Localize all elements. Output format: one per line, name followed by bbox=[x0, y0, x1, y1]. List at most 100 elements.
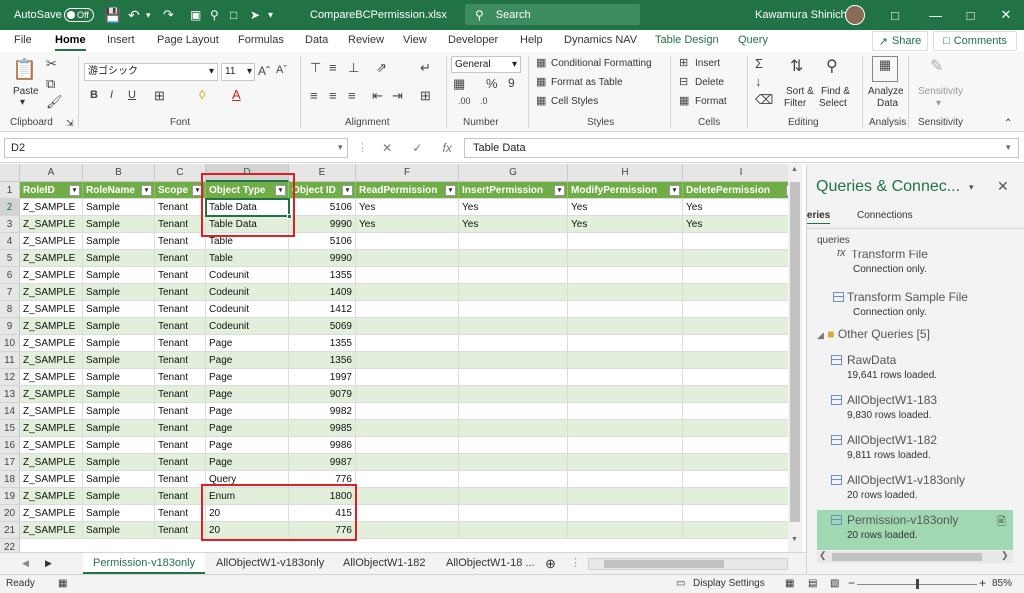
table-cell[interactable]: Page bbox=[206, 454, 289, 471]
cancel-icon[interactable]: ✕ bbox=[382, 141, 392, 155]
font-color-icon[interactable]: A bbox=[232, 87, 241, 102]
table-cell[interactable] bbox=[683, 335, 800, 352]
table-cell[interactable] bbox=[568, 352, 683, 369]
cut-icon[interactable]: ✂ bbox=[46, 56, 57, 72]
column-header[interactable]: E bbox=[289, 164, 356, 182]
table-cell[interactable] bbox=[683, 233, 800, 250]
table-cell[interactable] bbox=[356, 454, 459, 471]
row-header[interactable]: 7 bbox=[0, 284, 20, 301]
orientation-icon[interactable]: ⇗ bbox=[376, 60, 387, 76]
tab-dynamics-nav[interactable]: Dynamics NAV bbox=[564, 34, 637, 46]
tab-formulas[interactable]: Formulas bbox=[238, 34, 284, 46]
row-header[interactable]: 13 bbox=[0, 386, 20, 403]
table-cell[interactable] bbox=[683, 250, 800, 267]
table-cell[interactable] bbox=[683, 488, 800, 505]
table-cell[interactable]: Yes bbox=[683, 199, 800, 216]
query-item[interactable]: AllObjectW1-v183only 20 rows loaded. bbox=[817, 470, 1013, 510]
table-cell[interactable]: Sample bbox=[83, 454, 155, 471]
table-cell[interactable]: Z_SAMPLE bbox=[20, 420, 83, 437]
tab-view[interactable]: View bbox=[403, 34, 427, 46]
share-button[interactable]: ↗ Share bbox=[872, 31, 928, 51]
table-cell[interactable]: Z_SAMPLE bbox=[20, 369, 83, 386]
query-item[interactable]: AllObjectW1-183 9,830 rows loaded. bbox=[817, 390, 1013, 430]
table-cell[interactable] bbox=[459, 318, 568, 335]
row-header[interactable]: 1 bbox=[0, 182, 20, 199]
table-cell[interactable]: Sample bbox=[83, 471, 155, 488]
column-header[interactable]: G bbox=[459, 164, 568, 182]
fill-color-icon[interactable]: ◊ bbox=[199, 87, 205, 102]
table-cell[interactable] bbox=[568, 454, 683, 471]
table-cell[interactable] bbox=[683, 301, 800, 318]
table-cell[interactable] bbox=[356, 420, 459, 437]
page-layout-view-icon[interactable]: ▤ bbox=[808, 578, 817, 589]
filter-dropdown-icon[interactable]: ▾ bbox=[69, 185, 80, 196]
merge-center-icon[interactable]: ⊞ bbox=[420, 88, 431, 104]
table-cell[interactable] bbox=[459, 420, 568, 437]
borders-icon[interactable]: ⊞ bbox=[154, 88, 165, 104]
table-cell[interactable]: Z_SAMPLE bbox=[20, 199, 83, 216]
row-header[interactable]: 9 bbox=[0, 318, 20, 335]
currency-icon[interactable]: ▦ bbox=[453, 76, 465, 92]
column-title[interactable]: Object ID ▾ bbox=[289, 182, 356, 199]
column-header[interactable]: F bbox=[356, 164, 459, 182]
row-header[interactable]: 15 bbox=[0, 420, 20, 437]
sort-filter-icon[interactable]: ⇅ bbox=[790, 56, 803, 76]
tab-queries[interactable]: Queries bbox=[807, 210, 831, 224]
table-cell[interactable] bbox=[683, 318, 800, 335]
table-cell[interactable]: Z_SAMPLE bbox=[20, 267, 83, 284]
zoom-level[interactable]: 85% bbox=[992, 578, 1012, 589]
sort-filter-label-2[interactable]: Filter bbox=[784, 98, 806, 109]
analyze-data-label-1[interactable]: Analyze bbox=[868, 86, 904, 97]
table-cell[interactable]: Page bbox=[206, 335, 289, 352]
delete-cells-button[interactable]: Delete bbox=[695, 77, 724, 88]
table-cell[interactable] bbox=[683, 522, 800, 539]
table-cell[interactable]: Z_SAMPLE bbox=[20, 318, 83, 335]
tab-review[interactable]: Review bbox=[348, 34, 384, 46]
table-cell[interactable] bbox=[459, 386, 568, 403]
percent-icon[interactable]: % bbox=[486, 76, 498, 91]
table-cell[interactable]: Tenant bbox=[155, 505, 206, 522]
tab-file[interactable]: File bbox=[14, 34, 32, 46]
align-center-icon[interactable]: ≡ bbox=[329, 88, 337, 103]
table-cell[interactable]: 1355 bbox=[289, 335, 356, 352]
table-cell[interactable] bbox=[568, 488, 683, 505]
table-cell[interactable] bbox=[356, 284, 459, 301]
sensitivity-label[interactable]: Sensitivity bbox=[918, 86, 963, 97]
autosave-toggle[interactable]: Off bbox=[64, 8, 94, 22]
table-cell[interactable]: Z_SAMPLE bbox=[20, 335, 83, 352]
row-header[interactable]: 18 bbox=[0, 471, 20, 488]
table-cell[interactable]: Tenant bbox=[155, 335, 206, 352]
row-header[interactable]: 3 bbox=[0, 216, 20, 233]
row-header[interactable]: 14 bbox=[0, 403, 20, 420]
table-cell[interactable] bbox=[459, 522, 568, 539]
table-cell[interactable]: Page bbox=[206, 369, 289, 386]
table-cell[interactable] bbox=[356, 352, 459, 369]
decrease-indent-icon[interactable]: ⇤ bbox=[372, 88, 383, 104]
save-icon[interactable]: 💾 bbox=[104, 0, 121, 30]
table-cell[interactable]: Yes bbox=[568, 199, 683, 216]
table-cell[interactable] bbox=[459, 335, 568, 352]
table-cell[interactable]: Sample bbox=[83, 386, 155, 403]
table-cell[interactable] bbox=[459, 233, 568, 250]
find-select-icon[interactable]: ⚲ bbox=[826, 56, 838, 76]
screenshot-icon[interactable]: □ bbox=[230, 0, 237, 30]
table-cell[interactable] bbox=[356, 250, 459, 267]
table-cell[interactable] bbox=[683, 420, 800, 437]
table-cell[interactable]: Yes bbox=[459, 216, 568, 233]
table-cell[interactable] bbox=[683, 471, 800, 488]
table-cell[interactable] bbox=[356, 471, 459, 488]
table-cell[interactable]: Tenant bbox=[155, 284, 206, 301]
table-cell[interactable]: Z_SAMPLE bbox=[20, 454, 83, 471]
table-cell[interactable] bbox=[356, 318, 459, 335]
table-cell[interactable] bbox=[568, 301, 683, 318]
table-cell[interactable]: Sample bbox=[83, 284, 155, 301]
table-cell[interactable] bbox=[568, 437, 683, 454]
paste-label[interactable]: Paste bbox=[13, 86, 39, 97]
name-box-dropdown-icon[interactable]: ▾ bbox=[338, 142, 343, 153]
query-group-other[interactable]: ◢ ■ Other Queries [5] bbox=[817, 327, 930, 341]
sort-filter-label-1[interactable]: Sort & bbox=[786, 86, 814, 97]
wrap-text-icon[interactable]: ↵ bbox=[420, 60, 431, 76]
table-cell[interactable]: Sample bbox=[83, 216, 155, 233]
table-cell[interactable] bbox=[356, 505, 459, 522]
table-cell[interactable] bbox=[356, 386, 459, 403]
